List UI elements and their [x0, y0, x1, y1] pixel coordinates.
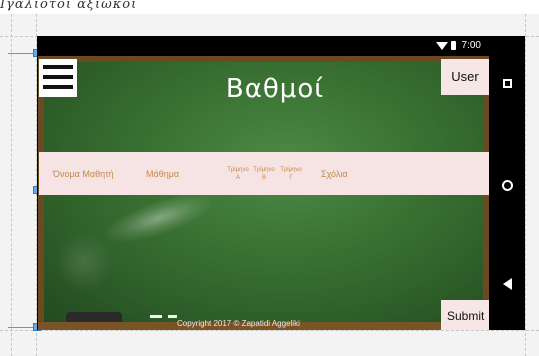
column-term-a: Τρίμηνο Α: [227, 166, 249, 181]
column-course: Μάθημα: [146, 168, 180, 179]
copyright-footer: Copyright 2017 © Zapatidi Aggeliki: [177, 319, 300, 328]
chalk-smudge: [54, 232, 114, 292]
page-title: Βαθμοί: [225, 74, 325, 104]
chalk-piece: [168, 315, 177, 318]
square-recent-icon: [502, 79, 512, 88]
column-student-name: Όνομα Μαθητή: [53, 168, 114, 179]
circle-home-icon: [501, 180, 513, 191]
wifi-icon: [435, 41, 448, 50]
menu-bar: [43, 75, 73, 79]
triangle-back-icon: [502, 278, 512, 290]
device-frame: 7:00 Βαθμοί User Όνομα Μαθητή Μάθημα Τρί…: [37, 36, 525, 330]
status-time: 7:00: [461, 40, 481, 51]
home-button[interactable]: [489, 178, 525, 196]
chalkboard-background: Βαθμοί User Όνομα Μαθητή Μάθημα Τρίμηνο …: [38, 56, 490, 330]
menu-bar: [43, 85, 73, 89]
chalk-piece: [150, 315, 162, 318]
user-button[interactable]: User: [441, 59, 489, 95]
menu-bar: [43, 65, 73, 69]
chalk-smudge: [101, 185, 217, 251]
navigation-bar: [489, 36, 525, 330]
guide-line: [11, 14, 12, 356]
battery-icon: [450, 41, 456, 50]
guide-line: [525, 14, 526, 356]
column-comments: Σχόλια: [321, 168, 348, 179]
column-term-b: Τρίμηνο Β: [253, 166, 275, 181]
recent-apps-button[interactable]: [489, 75, 525, 93]
column-term-c: Τρίμηνο Γ: [280, 166, 302, 181]
status-bar: 7:00: [37, 36, 489, 56]
back-button[interactable]: [489, 277, 525, 295]
grades-header-row: Όνομα Μαθητή Μάθημα Τρίμηνο Α Τρίμηνο Β …: [39, 152, 490, 195]
submit-button[interactable]: Submit: [441, 300, 489, 330]
hamburger-menu-button[interactable]: [39, 59, 77, 97]
eraser-image: [66, 312, 122, 322]
